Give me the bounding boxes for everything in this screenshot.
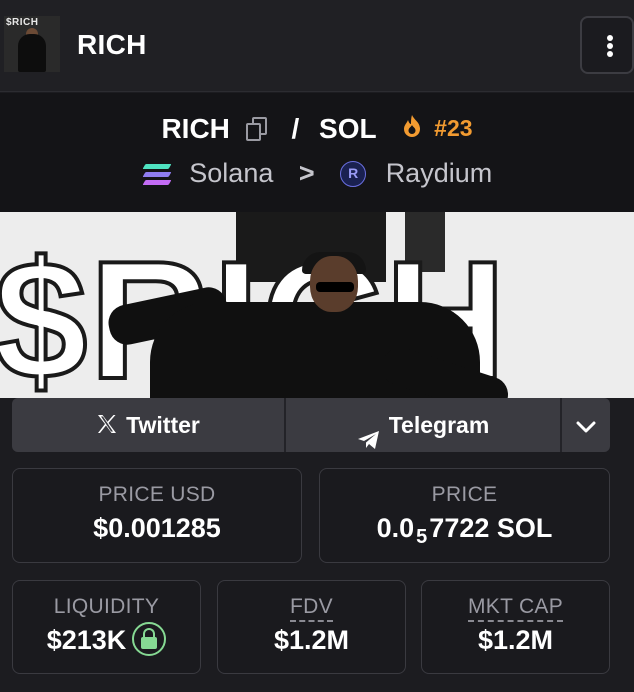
avatar-text: $RICH — [6, 17, 39, 28]
token-avatar: $RICH — [4, 16, 60, 72]
lock-icon[interactable] — [132, 622, 167, 656]
trending-rank[interactable]: #23 — [434, 115, 472, 142]
chain-name[interactable]: Solana — [189, 158, 273, 189]
pair-info: RICH / SOL #23 Solana > R Raydium — [0, 93, 634, 212]
token-banner: $RICH — [0, 212, 634, 398]
price-usd-card: PRICE USD $0.001285 — [12, 468, 302, 563]
twitter-button[interactable]: Twitter — [12, 398, 284, 452]
raydium-icon: R — [340, 160, 367, 187]
liquidity-label: LIQUIDITY — [53, 595, 160, 618]
twitter-label: Twitter — [126, 412, 200, 438]
price-value: 0.0 57722 SOL — [320, 513, 609, 549]
solana-icon — [142, 163, 172, 185]
avatar-figure-body — [18, 34, 46, 72]
fdv-card: FDV $1.2M — [217, 580, 406, 674]
mkt-cap-value: $1.2M — [477, 625, 554, 655]
kebab-dot-icon — [607, 35, 613, 41]
price-zero-count: 5 — [416, 526, 428, 548]
quote-token: SOL — [319, 112, 377, 144]
x-logo-icon — [96, 398, 118, 452]
price-usd-value: $0.001285 — [93, 513, 221, 543]
pair-separator: / — [291, 112, 300, 144]
kebab-dot-icon — [607, 51, 613, 57]
chevron-right-icon: > — [298, 158, 315, 189]
more-links-button[interactable] — [562, 398, 610, 452]
liquidity-value-row: $213K — [13, 622, 200, 659]
base-token: RICH — [161, 112, 230, 144]
more-menu-button[interactable] — [580, 16, 634, 74]
top-bar: $RICH RICH — [0, 0, 634, 92]
price-label: PRICE — [431, 483, 498, 506]
liquidity-card: LIQUIDITY $213K — [12, 580, 201, 674]
token-title: RICH — [77, 29, 147, 60]
chain-row: Solana > R Raydium — [0, 157, 634, 193]
price-usd-label: PRICE USD — [98, 483, 216, 506]
fdv-label[interactable]: FDV — [218, 595, 405, 622]
dex-name[interactable]: Raydium — [386, 158, 493, 189]
social-links: Twitter Telegram — [12, 398, 610, 452]
kebab-dot-icon — [607, 43, 613, 49]
price-prefix: 0.0 — [376, 513, 415, 543]
pair-row: RICH / SOL #23 — [0, 111, 634, 145]
mkt-cap-label[interactable]: MKT CAP — [422, 595, 609, 622]
telegram-label: Telegram — [388, 412, 490, 438]
chevron-down-icon — [576, 416, 596, 438]
liquidity-value: $213K — [46, 625, 127, 656]
price-suffix: 7722 SOL — [429, 513, 553, 543]
copy-icon[interactable] — [245, 116, 268, 141]
mkt-cap-card: MKT CAP $1.2M — [421, 580, 610, 674]
fire-icon — [402, 114, 422, 144]
fdv-value: $1.2M — [273, 625, 350, 655]
telegram-button[interactable]: Telegram — [286, 398, 560, 452]
price-card: PRICE 0.0 57722 SOL — [319, 468, 610, 563]
telegram-icon — [357, 415, 381, 449]
